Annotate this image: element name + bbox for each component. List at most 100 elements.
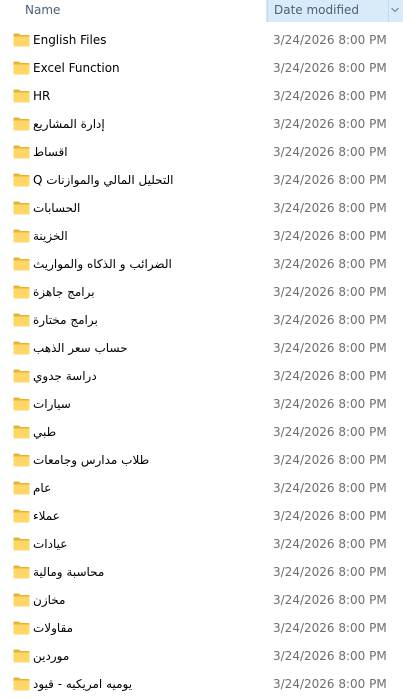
file-name: الحسابات: [33, 201, 81, 215]
file-row[interactable]: برامج جاهزة 3/24/2026 8:00 PM: [0, 279, 403, 307]
file-date-modified: 3/24/2026 8:00 PM: [273, 89, 387, 103]
file-name: اقساط: [33, 145, 68, 159]
file-row[interactable]: Q التحليل المالي والموازنات 3/24/2026 8:0…: [0, 167, 403, 195]
folder-icon: [13, 285, 30, 299]
file-date-modified: 3/24/2026 8:00 PM: [273, 565, 387, 579]
column-header-date-label: Date modified: [274, 3, 360, 17]
folder-icon: [13, 565, 30, 579]
file-row[interactable]: إدارة المشاريع 3/24/2026 8:00 PM: [0, 111, 403, 139]
file-row[interactable]: عملاء 3/24/2026 8:00 PM: [0, 503, 403, 531]
file-row[interactable]: الخزينة 3/24/2026 8:00 PM: [0, 223, 403, 251]
file-date-modified: 3/24/2026 8:00 PM: [273, 621, 387, 635]
file-row[interactable]: برامج مختارة 3/24/2026 8:00 PM: [0, 307, 403, 335]
file-name: English Files: [33, 33, 107, 47]
file-row[interactable]: محاسبة ومالية 3/24/2026 8:00 PM: [0, 559, 403, 587]
column-header-name-label: Name: [25, 3, 61, 17]
file-row[interactable]: Excel Function 3/24/2026 8:00 PM: [0, 55, 403, 83]
file-row[interactable]: موردين 3/24/2026 8:00 PM: [0, 643, 403, 671]
file-date-modified: 3/24/2026 8:00 PM: [273, 61, 387, 75]
file-name: Q التحليل المالي والموازنات: [33, 173, 174, 187]
file-name: سيارات: [33, 397, 71, 411]
file-row[interactable]: عيادات 3/24/2026 8:00 PM: [0, 531, 403, 559]
file-date-modified: 3/24/2026 8:00 PM: [273, 33, 387, 47]
file-date-modified: 3/24/2026 8:00 PM: [273, 481, 387, 495]
file-row[interactable]: سيارات 3/24/2026 8:00 PM: [0, 391, 403, 419]
file-name: مخازن: [33, 593, 66, 607]
file-date-modified: 3/24/2026 8:00 PM: [273, 509, 387, 523]
folder-icon: [13, 61, 30, 75]
file-date-modified: 3/24/2026 8:00 PM: [273, 369, 387, 383]
column-header-bar: Name Date modified: [0, 0, 403, 22]
file-name: برامج جاهزة: [33, 285, 95, 299]
chevron-down-icon: [391, 7, 399, 13]
file-name: عملاء: [33, 509, 60, 523]
file-row[interactable]: اقساط 3/24/2026 8:00 PM: [0, 139, 403, 167]
file-date-modified: 3/24/2026 8:00 PM: [273, 201, 387, 215]
file-name: دراسة جدوي: [33, 369, 97, 383]
folder-icon: [13, 257, 30, 271]
file-name: عيادات: [33, 537, 68, 551]
file-date-modified: 3/24/2026 8:00 PM: [273, 145, 387, 159]
file-date-modified: 3/24/2026 8:00 PM: [273, 537, 387, 551]
folder-icon: [13, 201, 30, 215]
file-name: طلاب مدارس وجامعات: [33, 453, 150, 467]
folder-icon: [13, 649, 30, 663]
file-name: يوميه امريكيه - قيود: [33, 677, 133, 691]
folder-icon: [13, 229, 30, 243]
file-name: موردين: [33, 649, 70, 663]
folder-icon: [13, 621, 30, 635]
folder-icon: [13, 369, 30, 383]
column-header-name[interactable]: Name: [0, 0, 266, 22]
file-row[interactable]: مخازن 3/24/2026 8:00 PM: [0, 587, 403, 615]
file-date-modified: 3/24/2026 8:00 PM: [273, 341, 387, 355]
file-name: الخزينة: [33, 229, 68, 243]
file-date-modified: 3/24/2026 8:00 PM: [273, 313, 387, 327]
file-name: إدارة المشاريع: [33, 117, 105, 131]
folder-icon: [13, 341, 30, 355]
folder-icon: [13, 89, 30, 103]
file-date-modified: 3/24/2026 8:00 PM: [273, 117, 387, 131]
file-name: HR: [33, 89, 51, 103]
file-row[interactable]: مقاولات 3/24/2026 8:00 PM: [0, 615, 403, 643]
file-row[interactable]: الحسابات 3/24/2026 8:00 PM: [0, 195, 403, 223]
file-row[interactable]: دراسة جدوي 3/24/2026 8:00 PM: [0, 363, 403, 391]
folder-icon: [13, 313, 30, 327]
file-date-modified: 3/24/2026 8:00 PM: [273, 649, 387, 663]
file-row[interactable]: حساب سعر الذهب 3/24/2026 8:00 PM: [0, 335, 403, 363]
folder-icon: [13, 145, 30, 159]
folder-icon: [13, 481, 30, 495]
file-name: عام: [33, 481, 52, 495]
folder-icon: [13, 677, 30, 691]
file-row[interactable]: طلاب مدارس وجامعات 3/24/2026 8:00 PM: [0, 447, 403, 475]
file-name: طبي: [33, 425, 57, 439]
file-row[interactable]: يوميه امريكيه - قيود 3/24/2026 8:00 PM: [0, 671, 403, 699]
file-row[interactable]: English Files 3/24/2026 8:00 PM: [0, 27, 403, 55]
column-dropdown-button[interactable]: [388, 0, 401, 22]
column-header-date-modified[interactable]: Date modified: [267, 0, 403, 22]
folder-icon: [13, 593, 30, 607]
file-date-modified: 3/24/2026 8:00 PM: [273, 425, 387, 439]
file-row[interactable]: الضرائب و الذكاه والمواريث 3/24/2026 8:00…: [0, 251, 403, 279]
file-date-modified: 3/24/2026 8:00 PM: [273, 593, 387, 607]
file-list: English Files 3/24/2026 8:00 PM Excel Func…: [0, 27, 403, 699]
folder-icon: [13, 397, 30, 411]
file-name: برامج مختارة: [33, 313, 98, 327]
file-date-modified: 3/24/2026 8:00 PM: [273, 229, 387, 243]
file-date-modified: 3/24/2026 8:00 PM: [273, 677, 387, 691]
folder-icon: [13, 453, 30, 467]
folder-icon: [13, 509, 30, 523]
file-row[interactable]: عام 3/24/2026 8:00 PM: [0, 475, 403, 503]
file-date-modified: 3/24/2026 8:00 PM: [273, 397, 387, 411]
file-row[interactable]: HR 3/24/2026 8:00 PM: [0, 83, 403, 111]
folder-icon: [13, 33, 30, 47]
folder-icon: [13, 173, 30, 187]
file-date-modified: 3/24/2026 8:00 PM: [273, 173, 387, 187]
folder-icon: [13, 117, 30, 131]
file-date-modified: 3/24/2026 8:00 PM: [273, 453, 387, 467]
file-name: مقاولات: [33, 621, 74, 635]
file-date-modified: 3/24/2026 8:00 PM: [273, 257, 387, 271]
folder-icon: [13, 425, 30, 439]
file-name: الضرائب و الذكاه والمواريث: [33, 257, 172, 271]
file-date-modified: 3/24/2026 8:00 PM: [273, 285, 387, 299]
file-row[interactable]: طبي 3/24/2026 8:00 PM: [0, 419, 403, 447]
